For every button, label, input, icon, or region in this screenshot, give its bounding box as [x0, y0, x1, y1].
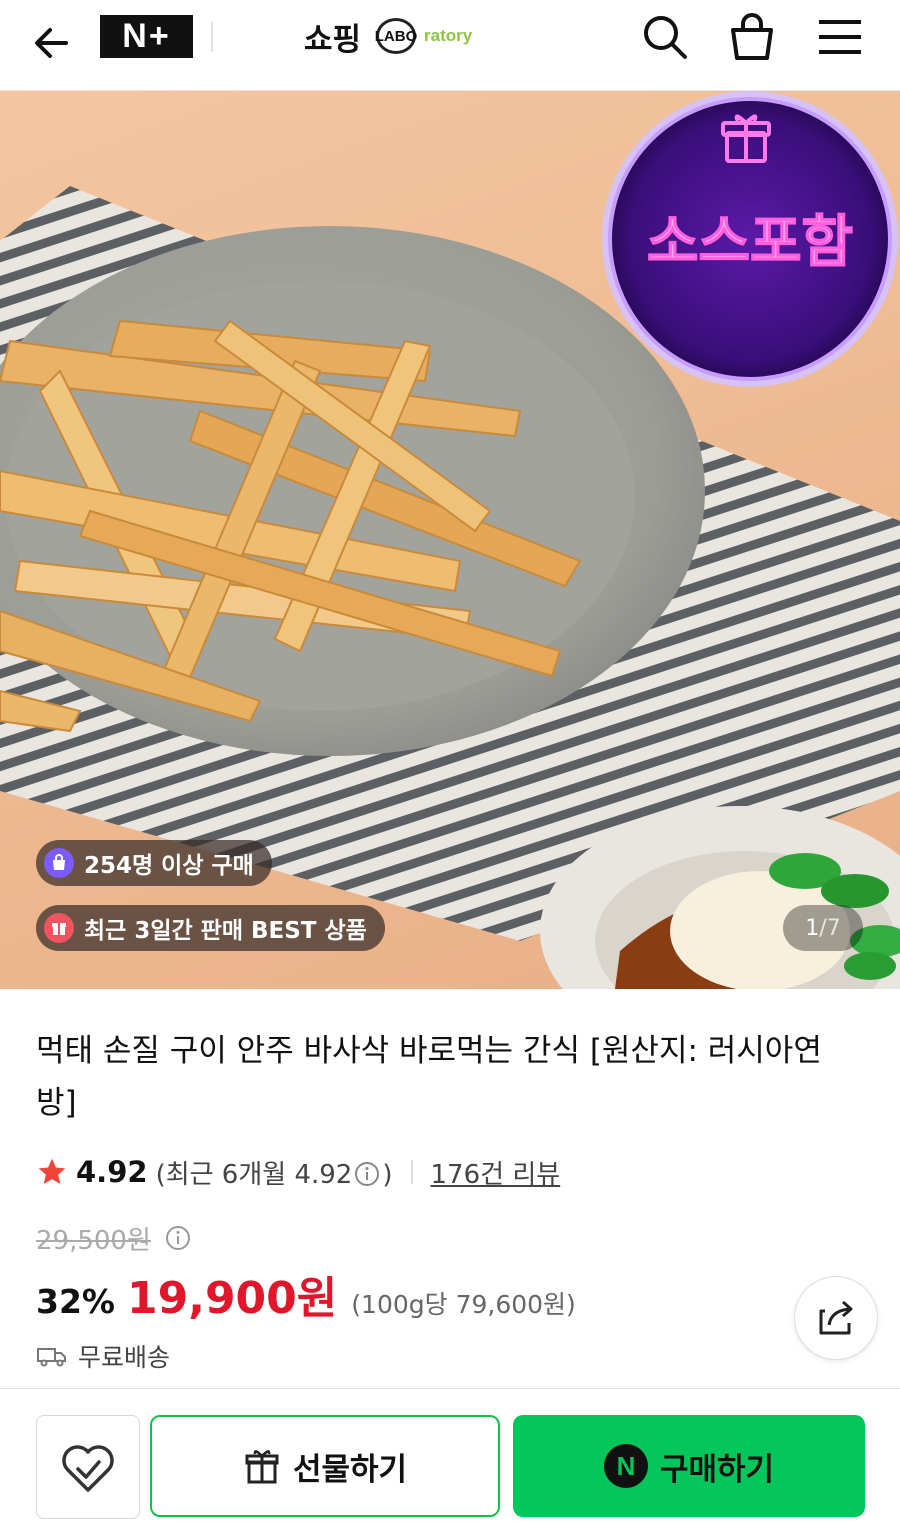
rating-score: 4.92 — [76, 1155, 148, 1189]
info-icon[interactable] — [354, 1161, 380, 1187]
top-nav-bar: N+ 쇼핑 LABO ratory — [0, 0, 900, 91]
discount-rate: 32% — [36, 1282, 115, 1321]
hamburger-menu-icon[interactable] — [815, 12, 865, 62]
naver-plus-logo[interactable]: N+ — [100, 15, 193, 58]
heart-check-icon — [62, 1445, 114, 1492]
share-icon — [819, 1300, 853, 1335]
naver-pay-icon: N — [603, 1444, 648, 1488]
buy-button[interactable]: N 구매하기 — [513, 1415, 865, 1517]
labo-logo[interactable]: LABO ratory — [375, 16, 481, 58]
rating-recent-text: (최근 6개월 4.92 — [155, 1159, 353, 1190]
shopping-bag-icon — [44, 848, 74, 878]
sauce-included-sticker: 소스포함 — [602, 91, 898, 387]
truck-icon — [37, 1348, 66, 1367]
product-image-carousel[interactable]: 소스포함 254명 이상 구매 최근 3일간 판매 BEST 상품 1/7 — [0, 91, 900, 989]
gift-icon — [245, 1450, 279, 1484]
purchase-count-text: 254명 이상 구매 — [84, 853, 254, 879]
header-divider — [211, 22, 213, 52]
bottom-action-bar: 선물하기 N 구매하기 — [0, 1388, 900, 1534]
shipping-row: 무료배송 — [36, 1338, 170, 1374]
gift-box-icon — [44, 913, 74, 943]
buy-button-label: 구매하기 — [659, 1451, 775, 1488]
review-link[interactable]: 176건 리뷰 — [431, 1154, 561, 1191]
rating-row: 4.92 (최근 6개월 4.92) 176건 리뷰 — [36, 1152, 560, 1192]
shopping-bag-icon[interactable] — [727, 12, 777, 62]
sticker-text: 소스포함 — [647, 210, 853, 275]
gift-button-label: 선물하기 — [292, 1451, 408, 1488]
shopping-title[interactable]: 쇼핑 — [304, 14, 361, 59]
best-seller-text: 최근 3일간 판매 BEST 상품 — [84, 918, 367, 944]
rating-recent: (최근 6개월 4.92) — [156, 1154, 393, 1191]
price-row: 32% 19,900원 (100g당 79,600원) — [36, 1262, 576, 1324]
wishlist-button[interactable] — [36, 1415, 140, 1519]
gift-button[interactable]: 선물하기 — [150, 1415, 500, 1517]
labo-circle-text: LABO — [375, 18, 417, 54]
image-counter-total: /7 — [819, 915, 841, 941]
search-icon[interactable] — [640, 12, 690, 62]
labo-suffix-text: ratory — [424, 26, 473, 45]
product-title: 먹태 손질 구이 안주 바사삭 바로먹는 간식 [원산지: 러시아연방] — [36, 1033, 822, 1121]
arrow-left-icon[interactable] — [26, 16, 80, 70]
image-counter-current: 1 — [805, 915, 820, 941]
rating-separator — [410, 1160, 413, 1184]
star-icon — [38, 1158, 66, 1184]
share-button[interactable] — [794, 1276, 878, 1360]
rating-recent-close: ) — [382, 1159, 393, 1190]
shipping-text: 무료배송 — [78, 1343, 171, 1372]
price-info-icon[interactable] — [165, 1225, 191, 1251]
purchase-count-badge: 254명 이상 구매 — [36, 840, 272, 886]
best-seller-badge: 최근 3일간 판매 BEST 상품 — [36, 905, 385, 951]
image-counter: 1/7 — [783, 905, 863, 951]
sale-price: 19,900원 — [127, 1273, 338, 1324]
original-price: 29,500원 — [36, 1226, 151, 1256]
unit-price: (100g당 79,600원) — [351, 1290, 576, 1319]
